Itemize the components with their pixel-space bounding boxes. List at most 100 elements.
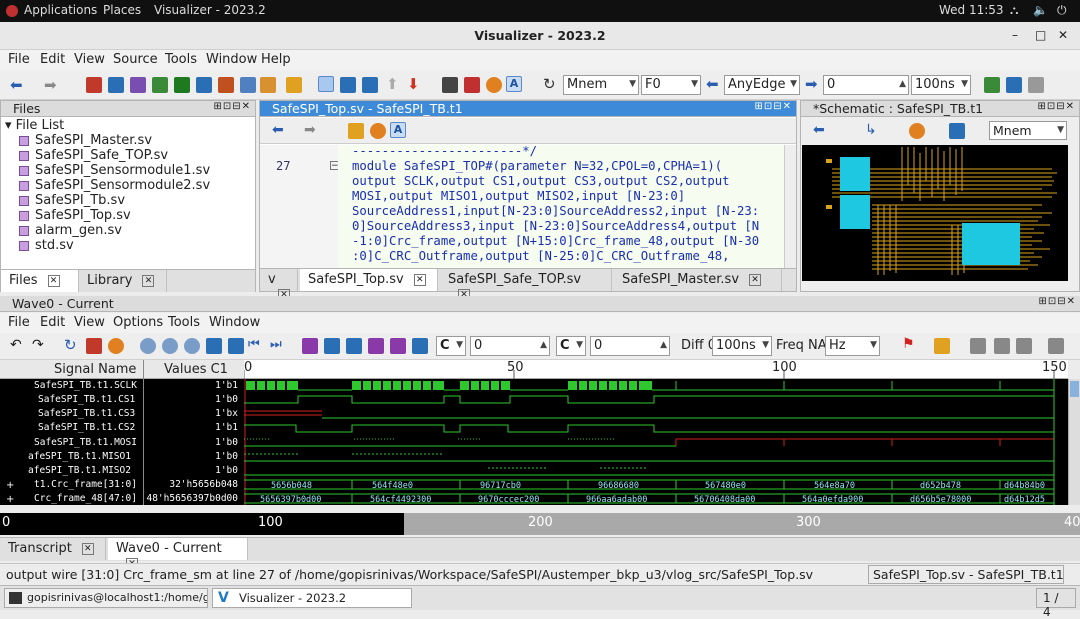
tab-files[interactable]: Files ✕ <box>1 270 79 292</box>
close-tab-icon[interactable]: ✕ <box>413 273 426 286</box>
schematic-canvas[interactable] <box>802 145 1068 281</box>
calendar-icon[interactable] <box>260 77 276 93</box>
clock[interactable]: Wed 11:53 <box>939 3 1004 17</box>
editor-run-icon[interactable] <box>348 123 364 139</box>
schematic-info-icon[interactable] <box>909 123 925 139</box>
freq-unit-select[interactable]: Hz ▼ <box>825 336 880 356</box>
group-icon[interactable] <box>970 338 986 354</box>
select-icon[interactable] <box>442 77 458 93</box>
chart-icon[interactable] <box>1006 77 1022 93</box>
places-menu[interactable]: Places <box>103 3 141 17</box>
wave-reload-icon[interactable]: ↻ <box>64 336 77 354</box>
tab-wave0[interactable]: Wave0 - Current✕ <box>108 538 248 570</box>
edge-select[interactable]: AnyEdge ▼ <box>724 75 800 95</box>
wave-settings-icon[interactable] <box>1048 338 1064 354</box>
refresh-icon[interactable] <box>464 77 480 93</box>
go-end-icon[interactable]: ⏭ <box>270 337 282 352</box>
driver-icon[interactable] <box>340 77 356 93</box>
close-button[interactable]: ✕ <box>1058 28 1068 42</box>
signal-name[interactable]: SafeSPI_TB.t1.CS1 <box>38 394 135 405</box>
trace-icon[interactable] <box>196 77 212 93</box>
taskbar-visualizer[interactable]: V Visualizer - 2023.2 <box>212 588 412 608</box>
wave-menu-window[interactable]: Window <box>209 315 260 330</box>
bookmark-icon[interactable] <box>934 338 950 354</box>
annotate-icon[interactable]: A <box>506 76 522 92</box>
active-trace-icon[interactable] <box>318 76 334 92</box>
power-icon[interactable]: ⏻ <box>1057 3 1067 18</box>
tab-transcript[interactable]: Transcript ✕ <box>0 538 106 560</box>
file-item[interactable]: SafeSPI_Safe_TOP.sv <box>19 148 168 163</box>
signal-name[interactable]: SafeSPI_TB.t1.SCLK <box>34 380 137 391</box>
taskbar-terminal[interactable]: gopisrinivas@localhost1:/home/gopi... <box>4 588 208 608</box>
layout-icon[interactable] <box>984 77 1000 93</box>
file-item[interactable]: alarm_gen.sv <box>19 223 122 238</box>
menu-tools[interactable]: Tools <box>165 52 197 67</box>
menu-window[interactable]: Window <box>206 52 257 67</box>
reload-icon[interactable]: ↻ <box>543 75 556 93</box>
f0-select[interactable]: F0 ▼ <box>641 75 701 95</box>
menu-help[interactable]: Help <box>261 52 291 67</box>
editor-tab[interactable]: v✕ <box>260 269 298 301</box>
cursor-icon[interactable] <box>412 338 428 354</box>
file-item[interactable]: SafeSPI_Master.sv <box>19 133 152 148</box>
edge-icon[interactable] <box>390 338 406 354</box>
minimize-button[interactable]: – <box>1012 28 1018 42</box>
signal-name[interactable]: t1.Crc_frame[31:0] <box>34 479 137 490</box>
design-icon[interactable] <box>86 77 102 93</box>
fall-icon[interactable] <box>368 338 384 354</box>
load-icon[interactable] <box>362 77 378 93</box>
go-start-icon[interactable]: ⏮ <box>248 337 260 352</box>
signal-name[interactable]: afeSPI_TB.t1.MISO2 <box>28 465 131 476</box>
wave-scroll-thumb[interactable] <box>1070 381 1079 397</box>
overview-bar[interactable]: 0 100 200 300 40 <box>0 513 1080 535</box>
editor-tab[interactable]: SafeSPI_Safe_TOP.sv✕ <box>440 269 612 301</box>
signal-name[interactable]: afeSPI_TB.t1.MISO1 <box>28 451 131 462</box>
schematic-mode-select[interactable]: Mnem ▼ <box>989 121 1067 140</box>
close-tab-icon[interactable]: ✕ <box>47 274 60 287</box>
schematic-up-icon[interactable]: ↳ <box>865 122 877 138</box>
zoom-fit-icon[interactable] <box>206 338 222 354</box>
run-icon[interactable] <box>286 77 302 93</box>
time-unit-select[interactable]: 100ns ▼ <box>911 75 971 95</box>
editor-back-icon[interactable]: ⬅ <box>272 122 284 138</box>
zoom-icon[interactable] <box>162 338 178 354</box>
menu-view[interactable]: View <box>74 52 105 67</box>
forward-icon[interactable]: ➡ <box>44 76 57 94</box>
prev-transition-icon[interactable] <box>302 338 318 354</box>
mnem-select[interactable]: Mnem ▼ <box>563 75 639 95</box>
timeline-ruler[interactable]: 0 50 100 150 <box>244 360 1068 379</box>
signal-name[interactable]: SafeSPI_TB.t1.MOSI <box>34 437 137 448</box>
signal-name[interactable]: Crc_frame_48[47:0] <box>34 493 137 504</box>
file-item[interactable]: SafeSPI_Top.sv <box>19 208 131 223</box>
undo-icon[interactable]: ↶ <box>10 337 22 353</box>
maximize-button[interactable]: □ <box>1035 28 1046 42</box>
back-icon[interactable]: ⬅ <box>10 76 23 94</box>
wave-scrollbar[interactable] <box>1068 379 1080 505</box>
file-list-root[interactable]: ▾ File List <box>5 118 64 133</box>
menu-edit[interactable]: Edit <box>40 52 65 67</box>
tab-library[interactable]: Library ✕ <box>79 270 167 292</box>
values-header[interactable]: Values C1 <box>164 362 228 377</box>
close-tab-icon[interactable]: ✕ <box>81 542 94 555</box>
active-app-label[interactable]: Visualizer - 2023.2 <box>154 3 266 17</box>
pane-controls[interactable]: ⊞⊡⊟✕ <box>1037 101 1075 112</box>
cursor-b-color[interactable]: C ▼ <box>556 336 586 356</box>
file-item[interactable]: std.sv <box>19 238 74 253</box>
pane-controls[interactable]: ⊞⊡⊟✕ <box>754 101 792 112</box>
editor-tab[interactable]: SafeSPI_Master.sv ✕ <box>614 269 782 291</box>
export-icon[interactable] <box>1028 77 1044 93</box>
file-item[interactable]: SafeSPI_Sensormodule2.sv <box>19 178 210 193</box>
close-tab-icon[interactable]: ✕ <box>142 274 155 287</box>
wave-info-icon[interactable] <box>108 338 124 354</box>
zoom-out-icon[interactable] <box>184 338 200 354</box>
next-transition-icon[interactable] <box>324 338 340 354</box>
menu-file[interactable]: File <box>8 52 30 67</box>
editor-info-icon[interactable] <box>370 123 386 139</box>
pane-controls[interactable]: ⊞⊡⊟✕ <box>213 101 251 112</box>
wave-design-icon[interactable] <box>86 338 102 354</box>
next-edge-icon[interactable]: ➡ <box>805 75 818 93</box>
wave-menu-edit[interactable]: Edit <box>40 315 65 330</box>
zoom-in-icon[interactable] <box>140 338 156 354</box>
overview-window[interactable] <box>0 513 404 535</box>
applications-menu[interactable]: Applications <box>24 3 97 17</box>
